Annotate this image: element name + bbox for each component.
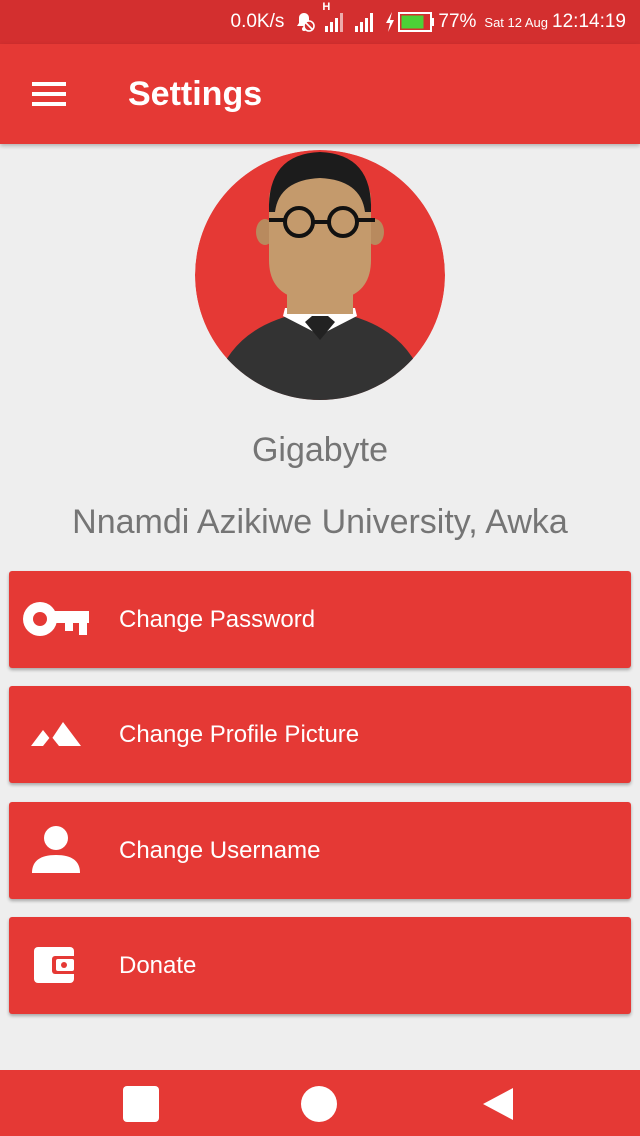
option-label: Donate [119, 952, 197, 979]
charging-icon [384, 11, 396, 33]
avatar[interactable] [195, 150, 445, 400]
landscape-icon [23, 704, 89, 764]
option-label: Change Password [119, 606, 316, 633]
person-icon [23, 820, 89, 880]
wallet-icon [23, 935, 89, 995]
status-time: 12:14:19 [552, 11, 626, 32]
profile-name: Gigabyte [251, 431, 389, 469]
page-title: Settings [128, 75, 263, 113]
key-icon [23, 589, 89, 649]
option-label: Change Username [119, 837, 321, 864]
status-date: Sat 12 Aug [484, 14, 549, 30]
net-speed: 0.0K/s [230, 11, 285, 32]
change-profile-picture-button[interactable]: Change Profile Picture [9, 686, 631, 783]
recents-square-icon[interactable] [121, 1084, 161, 1124]
signal-icon: H [322, 1, 346, 33]
battery-icon [398, 12, 436, 32]
app-bar: Settings [0, 44, 640, 144]
status-bar: 0.0K/s H 77% Sat 12 Aug 12:14:19 [0, 0, 640, 44]
system-nav-bar [0, 1070, 640, 1136]
back-triangle-icon[interactable] [478, 1084, 518, 1124]
change-password-button[interactable]: Change Password [9, 571, 631, 668]
hamburger-menu-icon[interactable] [26, 75, 72, 113]
battery-percent: 77% [438, 11, 477, 32]
network-type: H [322, 1, 331, 13]
change-username-button[interactable]: Change Username [9, 802, 631, 899]
home-circle-icon[interactable] [299, 1084, 339, 1124]
alarm-off-icon [292, 10, 316, 34]
donate-button[interactable]: Donate [9, 917, 631, 1014]
option-label: Change Profile Picture [119, 721, 360, 748]
signal-icon [354, 11, 376, 33]
profile-school: Nnamdi Azikiwe University, Awka [72, 503, 568, 541]
